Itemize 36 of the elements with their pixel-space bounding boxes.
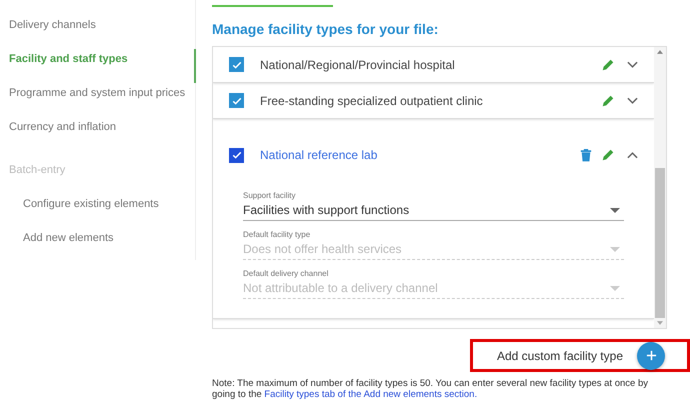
chevron-down-icon[interactable] xyxy=(627,60,638,68)
chevron-down-icon[interactable] xyxy=(627,96,638,104)
sidebar-item[interactable]: Programme and system input prices xyxy=(0,83,196,117)
facility-type-name: National reference lab xyxy=(260,148,378,162)
scroll-up-icon[interactable] xyxy=(657,50,663,54)
sidebar-item[interactable]: Facility and staff types xyxy=(0,49,196,83)
scroll-down-icon[interactable] xyxy=(657,321,663,325)
add-facility-type-button[interactable]: Add custom facility type xyxy=(470,339,690,372)
field-label: Default delivery channel xyxy=(243,269,330,278)
sidebar-item: Batch-entry xyxy=(8,163,66,178)
elements-section-link[interactable]: Facility types tab of the Add new elements section. xyxy=(264,389,478,400)
pencil-icon[interactable] xyxy=(601,58,615,72)
checkbox[interactable] xyxy=(229,148,244,162)
chevron-up-icon[interactable] xyxy=(627,151,638,159)
facility-type-name: Free-standing specialized outpatient clinic xyxy=(260,94,484,108)
section-heading: Manage facility types for your file: xyxy=(212,21,440,37)
plus-icon[interactable] xyxy=(637,342,665,370)
dropdown-field: Does not offer health services xyxy=(243,239,624,260)
facility-type-name: National/Regional/Provincial hospital xyxy=(260,58,456,72)
checkbox[interactable] xyxy=(229,57,244,72)
dropdown-arrow-icon xyxy=(610,246,620,252)
dropdown-arrow-icon xyxy=(610,286,620,290)
checkbox[interactable] xyxy=(229,93,244,108)
dropdown-arrow-icon xyxy=(610,208,620,212)
dropdown-field: Not attributable to a delivery channel xyxy=(243,278,624,299)
sidebar-item[interactable]: Currency and inflation xyxy=(0,117,196,151)
scrollbar[interactable] xyxy=(654,47,666,328)
trash-icon[interactable] xyxy=(580,148,592,162)
sidebar-item[interactable]: Delivery channels xyxy=(0,15,196,49)
pencil-icon[interactable] xyxy=(601,148,615,162)
field-label: Default facility type xyxy=(243,230,312,239)
note-text: Note: The maximum of number of facility types is 50. You can enter several new facility types at once by going to the Facility types tab of the Add new elements section. xyxy=(212,378,649,400)
pencil-icon[interactable] xyxy=(601,94,615,108)
dropdown-field[interactable]: Facilities with support functions xyxy=(243,200,624,221)
check-icon xyxy=(230,149,242,161)
field-label: Support facility xyxy=(243,191,296,200)
